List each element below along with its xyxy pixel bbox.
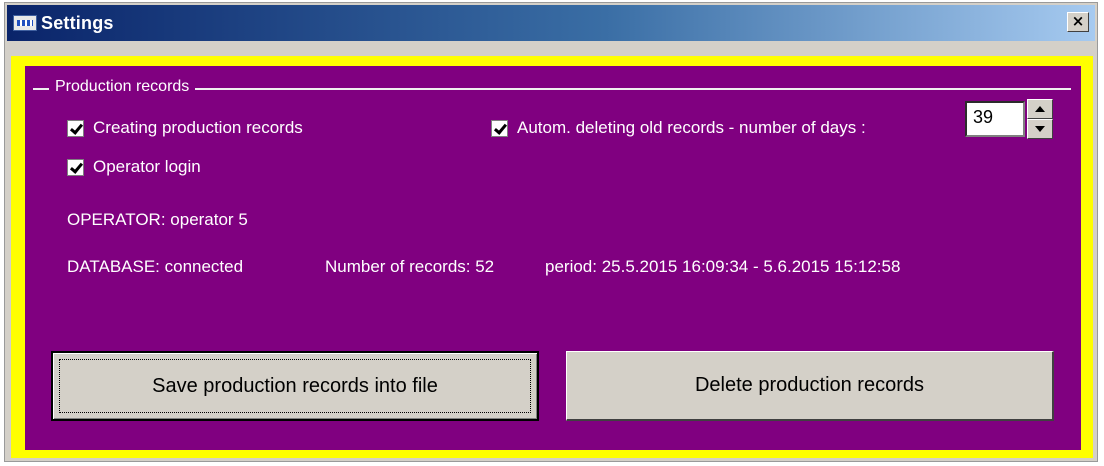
- title-bar[interactable]: Settings ×: [7, 5, 1095, 41]
- settings-window: Settings × Production records Creating p…: [4, 2, 1098, 462]
- client-area: Production records Creating production r…: [11, 56, 1093, 458]
- app-icon: [13, 15, 37, 31]
- operator-login-label: Operator login: [93, 157, 201, 176]
- creating-records-label: Creating production records: [93, 118, 303, 137]
- auto-delete-label: Autom. deleting old records - number of …: [517, 118, 866, 137]
- close-button[interactable]: ×: [1067, 12, 1089, 32]
- operator-status: OPERATOR: operator 5: [67, 210, 248, 229]
- operator-login-option[interactable]: Operator login: [67, 157, 201, 177]
- production-records-panel: Production records Creating production r…: [25, 66, 1081, 450]
- arrow-down-icon: [1035, 126, 1045, 132]
- spin-down-button[interactable]: [1027, 119, 1053, 139]
- window-title: Settings: [41, 12, 114, 33]
- creating-records-option[interactable]: Creating production records: [67, 118, 303, 138]
- days-input[interactable]: 39: [965, 101, 1025, 137]
- save-records-button[interactable]: Save production records into file: [51, 351, 539, 421]
- spin-up-button[interactable]: [1027, 99, 1053, 119]
- operator-login-checkbox[interactable]: [67, 158, 84, 176]
- record-count: Number of records: 52: [325, 257, 495, 276]
- creating-records-checkbox[interactable]: [67, 119, 84, 137]
- group-box-title: Production records: [49, 78, 196, 96]
- record-period: period: 25.5.2015 16:09:34 - 5.6.2015 15…: [545, 257, 901, 276]
- auto-delete-option[interactable]: Autom. deleting old records - number of …: [491, 118, 866, 138]
- auto-delete-checkbox[interactable]: [491, 119, 508, 137]
- focus-rectangle: [59, 359, 531, 413]
- database-status: DATABASE: connected: [67, 257, 244, 276]
- arrow-up-icon: [1035, 106, 1045, 112]
- days-spinner[interactable]: 39: [965, 97, 1055, 141]
- delete-records-button[interactable]: Delete production records: [566, 351, 1054, 421]
- delete-records-label: Delete production records: [694, 374, 924, 396]
